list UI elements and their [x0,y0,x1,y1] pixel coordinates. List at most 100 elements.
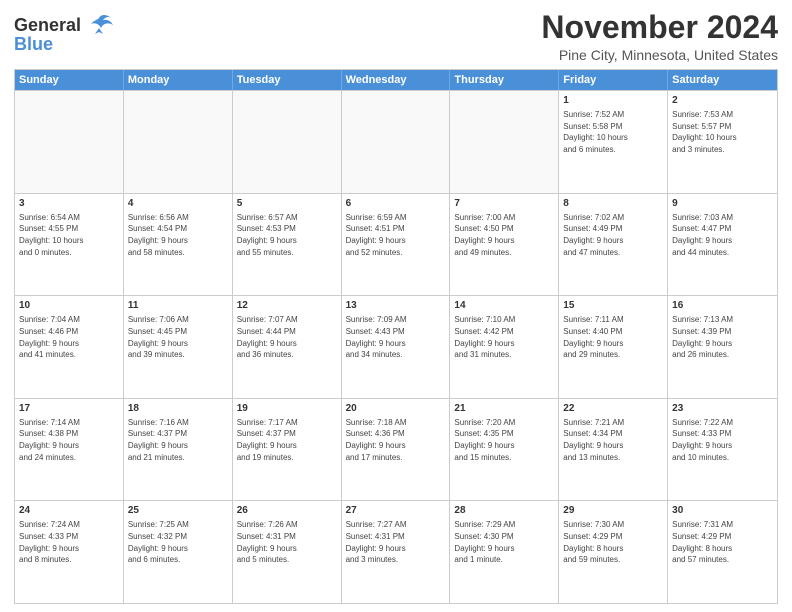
week-row-0: 1Sunrise: 7:52 AM Sunset: 5:58 PM Daylig… [15,90,777,193]
day-number: 26 [237,504,337,518]
day-info: Sunrise: 7:14 AM Sunset: 4:38 PM Dayligh… [19,417,119,463]
day-info: Sunrise: 7:53 AM Sunset: 5:57 PM Dayligh… [672,109,773,155]
cal-cell: 14Sunrise: 7:10 AM Sunset: 4:42 PM Dayli… [450,296,559,398]
day-number: 27 [346,504,446,518]
day-number: 21 [454,402,554,416]
cal-cell: 22Sunrise: 7:21 AM Sunset: 4:34 PM Dayli… [559,399,668,501]
day-number: 9 [672,197,773,211]
day-number: 20 [346,402,446,416]
title-block: November 2024 Pine City, Minnesota, Unit… [541,10,778,63]
day-number: 4 [128,197,228,211]
day-info: Sunrise: 7:13 AM Sunset: 4:39 PM Dayligh… [672,314,773,360]
day-info: Sunrise: 7:24 AM Sunset: 4:33 PM Dayligh… [19,519,119,565]
logo: General Blue [14,14,113,55]
day-number: 8 [563,197,663,211]
cal-cell [233,91,342,193]
cal-cell: 13Sunrise: 7:09 AM Sunset: 4:43 PM Dayli… [342,296,451,398]
cal-cell: 25Sunrise: 7:25 AM Sunset: 4:32 PM Dayli… [124,501,233,603]
day-info: Sunrise: 6:59 AM Sunset: 4:51 PM Dayligh… [346,212,446,258]
day-info: Sunrise: 6:57 AM Sunset: 4:53 PM Dayligh… [237,212,337,258]
cal-cell: 30Sunrise: 7:31 AM Sunset: 4:29 PM Dayli… [668,501,777,603]
day-info: Sunrise: 7:18 AM Sunset: 4:36 PM Dayligh… [346,417,446,463]
cal-cell: 2Sunrise: 7:53 AM Sunset: 5:57 PM Daylig… [668,91,777,193]
week-row-3: 17Sunrise: 7:14 AM Sunset: 4:38 PM Dayli… [15,398,777,501]
header-day-monday: Monday [124,70,233,90]
day-number: 7 [454,197,554,211]
location: Pine City, Minnesota, United States [541,47,778,63]
day-number: 3 [19,197,119,211]
cal-cell: 12Sunrise: 7:07 AM Sunset: 4:44 PM Dayli… [233,296,342,398]
week-row-2: 10Sunrise: 7:04 AM Sunset: 4:46 PM Dayli… [15,295,777,398]
cal-cell: 15Sunrise: 7:11 AM Sunset: 4:40 PM Dayli… [559,296,668,398]
day-number: 29 [563,504,663,518]
cal-cell: 5Sunrise: 6:57 AM Sunset: 4:53 PM Daylig… [233,194,342,296]
day-number: 19 [237,402,337,416]
day-number: 25 [128,504,228,518]
day-number: 6 [346,197,446,211]
calendar-header: SundayMondayTuesdayWednesdayThursdayFrid… [15,70,777,90]
cal-cell [124,91,233,193]
cal-cell: 10Sunrise: 7:04 AM Sunset: 4:46 PM Dayli… [15,296,124,398]
cal-cell: 17Sunrise: 7:14 AM Sunset: 4:38 PM Dayli… [15,399,124,501]
day-info: Sunrise: 7:22 AM Sunset: 4:33 PM Dayligh… [672,417,773,463]
day-number: 24 [19,504,119,518]
day-number: 17 [19,402,119,416]
cal-cell: 4Sunrise: 6:56 AM Sunset: 4:54 PM Daylig… [124,194,233,296]
day-number: 15 [563,299,663,313]
calendar-body: 1Sunrise: 7:52 AM Sunset: 5:58 PM Daylig… [15,90,777,603]
cal-cell: 9Sunrise: 7:03 AM Sunset: 4:47 PM Daylig… [668,194,777,296]
header-day-tuesday: Tuesday [233,70,342,90]
cal-cell: 19Sunrise: 7:17 AM Sunset: 4:37 PM Dayli… [233,399,342,501]
cal-cell: 6Sunrise: 6:59 AM Sunset: 4:51 PM Daylig… [342,194,451,296]
cal-cell: 3Sunrise: 6:54 AM Sunset: 4:55 PM Daylig… [15,194,124,296]
day-info: Sunrise: 6:56 AM Sunset: 4:54 PM Dayligh… [128,212,228,258]
day-number: 23 [672,402,773,416]
day-number: 11 [128,299,228,313]
day-info: Sunrise: 7:21 AM Sunset: 4:34 PM Dayligh… [563,417,663,463]
header-day-wednesday: Wednesday [342,70,451,90]
day-info: Sunrise: 7:30 AM Sunset: 4:29 PM Dayligh… [563,519,663,565]
day-info: Sunrise: 7:00 AM Sunset: 4:50 PM Dayligh… [454,212,554,258]
cal-cell: 26Sunrise: 7:26 AM Sunset: 4:31 PM Dayli… [233,501,342,603]
day-number: 12 [237,299,337,313]
page: General Blue November 2024 Pine City, Mi… [0,0,792,612]
day-number: 30 [672,504,773,518]
day-info: Sunrise: 7:09 AM Sunset: 4:43 PM Dayligh… [346,314,446,360]
cal-cell: 21Sunrise: 7:20 AM Sunset: 4:35 PM Dayli… [450,399,559,501]
header-day-sunday: Sunday [15,70,124,90]
month-title: November 2024 [541,10,778,45]
day-number: 14 [454,299,554,313]
header-day-thursday: Thursday [450,70,559,90]
day-info: Sunrise: 7:31 AM Sunset: 4:29 PM Dayligh… [672,519,773,565]
day-number: 10 [19,299,119,313]
day-info: Sunrise: 7:16 AM Sunset: 4:37 PM Dayligh… [128,417,228,463]
day-info: Sunrise: 7:25 AM Sunset: 4:32 PM Dayligh… [128,519,228,565]
header-day-saturday: Saturday [668,70,777,90]
day-info: Sunrise: 7:52 AM Sunset: 5:58 PM Dayligh… [563,109,663,155]
day-info: Sunrise: 7:17 AM Sunset: 4:37 PM Dayligh… [237,417,337,463]
cal-cell: 27Sunrise: 7:27 AM Sunset: 4:31 PM Dayli… [342,501,451,603]
day-number: 22 [563,402,663,416]
day-info: Sunrise: 6:54 AM Sunset: 4:55 PM Dayligh… [19,212,119,258]
day-number: 16 [672,299,773,313]
cal-cell: 23Sunrise: 7:22 AM Sunset: 4:33 PM Dayli… [668,399,777,501]
day-info: Sunrise: 7:27 AM Sunset: 4:31 PM Dayligh… [346,519,446,565]
cal-cell: 16Sunrise: 7:13 AM Sunset: 4:39 PM Dayli… [668,296,777,398]
cal-cell: 20Sunrise: 7:18 AM Sunset: 4:36 PM Dayli… [342,399,451,501]
cal-cell [450,91,559,193]
day-number: 18 [128,402,228,416]
day-info: Sunrise: 7:06 AM Sunset: 4:45 PM Dayligh… [128,314,228,360]
day-number: 2 [672,94,773,108]
cal-cell: 24Sunrise: 7:24 AM Sunset: 4:33 PM Dayli… [15,501,124,603]
day-number: 13 [346,299,446,313]
cal-cell: 29Sunrise: 7:30 AM Sunset: 4:29 PM Dayli… [559,501,668,603]
cal-cell [15,91,124,193]
week-row-4: 24Sunrise: 7:24 AM Sunset: 4:33 PM Dayli… [15,500,777,603]
cal-cell: 28Sunrise: 7:29 AM Sunset: 4:30 PM Dayli… [450,501,559,603]
cal-cell: 1Sunrise: 7:52 AM Sunset: 5:58 PM Daylig… [559,91,668,193]
week-row-1: 3Sunrise: 6:54 AM Sunset: 4:55 PM Daylig… [15,193,777,296]
calendar: SundayMondayTuesdayWednesdayThursdayFrid… [14,69,778,604]
day-info: Sunrise: 7:02 AM Sunset: 4:49 PM Dayligh… [563,212,663,258]
day-info: Sunrise: 7:03 AM Sunset: 4:47 PM Dayligh… [672,212,773,258]
logo-text: General [14,15,81,36]
